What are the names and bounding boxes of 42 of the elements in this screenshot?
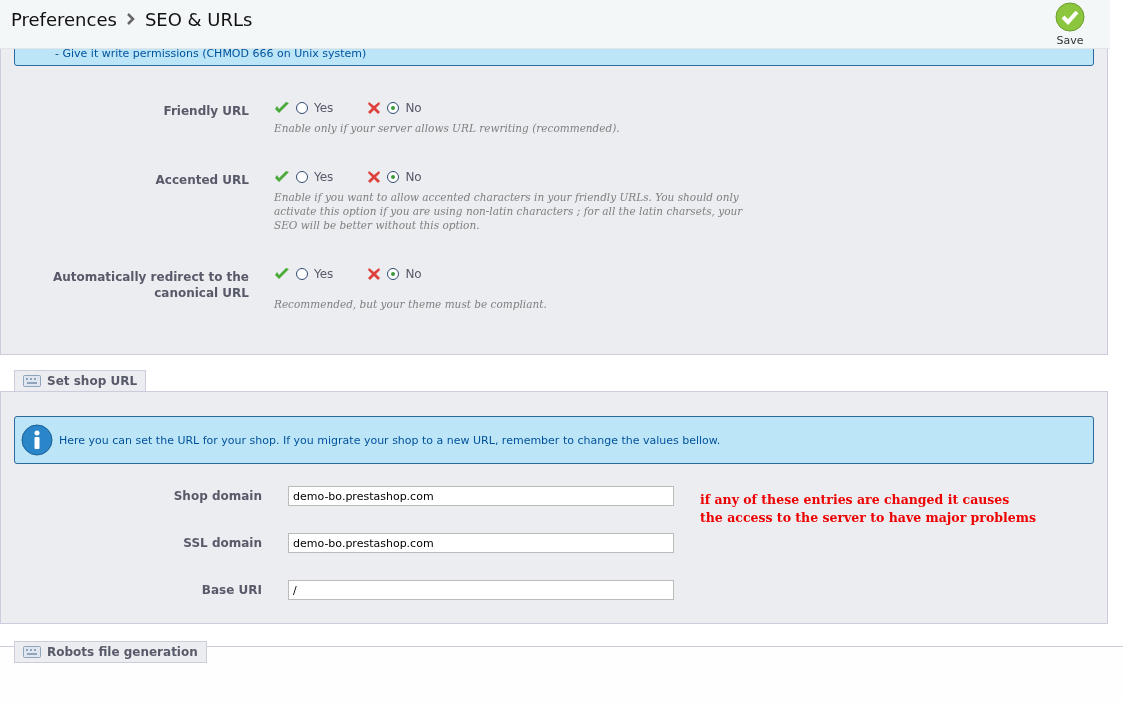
info-text: Here you can set the URL for your shop. If you migrate your shop to a new URL, remember to change the values bellow. bbox=[59, 433, 721, 447]
radio-label: Yes bbox=[314, 170, 334, 184]
info-text: - Give it write permissions (CHMOD 666 on Unix system) bbox=[55, 47, 367, 60]
check-icon bbox=[274, 101, 290, 115]
legend-title: Set shop URL bbox=[47, 374, 138, 388]
radio-button[interactable] bbox=[296, 171, 308, 183]
radio-button[interactable] bbox=[296, 102, 308, 114]
check-icon bbox=[274, 170, 290, 184]
radio-button[interactable] bbox=[296, 268, 308, 280]
legend-title: Robots file generation bbox=[47, 645, 198, 659]
radio-label: No bbox=[405, 101, 422, 115]
radio-button[interactable] bbox=[387, 171, 400, 183]
input-field[interactable]: / bbox=[288, 580, 674, 600]
option-label: Friendly URL bbox=[162, 103, 249, 120]
breadcrumb-item: SEO & URLs bbox=[144, 8, 253, 30]
radio-label: Yes bbox=[314, 267, 334, 281]
cross-icon bbox=[367, 101, 382, 115]
breadcrumb-item[interactable]: Preferences bbox=[11, 8, 117, 30]
option-label: Accented URL bbox=[154, 172, 249, 189]
cross-icon bbox=[367, 170, 382, 184]
save-button[interactable]: Save bbox=[1055, 1, 1110, 47]
radio-button[interactable] bbox=[387, 102, 400, 114]
option-hint: Enable if you want to allow accented characters in your friendly URLs. You should only activate this option if you are using non-latin characters ; for all the latin charsets, your SEO will be better without this option. bbox=[274, 190, 744, 232]
field-label: Base URI bbox=[200, 583, 262, 597]
check-icon bbox=[274, 267, 290, 281]
field-label: SSL domain bbox=[182, 536, 262, 550]
cross-icon bbox=[367, 267, 382, 281]
field-label: Shop domain bbox=[172, 489, 262, 503]
option-hint: Enable only if your server allows URL rewriting (recommended). bbox=[274, 121, 621, 135]
radio-label: No bbox=[405, 170, 422, 184]
keyboard-icon bbox=[23, 375, 41, 387]
keyboard-icon bbox=[23, 646, 41, 658]
radio-button[interactable] bbox=[387, 268, 400, 280]
radio-label: No bbox=[405, 267, 422, 281]
input-field[interactable]: demo-bo.prestashop.com bbox=[288, 533, 674, 553]
info-icon bbox=[21, 424, 53, 456]
warning-note: if any of these entries are changed it causes the access to the server to have major problems bbox=[700, 491, 1037, 527]
option-hint: Recommended, but your theme must be compliant. bbox=[274, 297, 548, 311]
chevron-icon bbox=[126, 13, 135, 25]
input-field[interactable]: demo-bo.prestashop.com bbox=[288, 486, 674, 506]
radio-label: Yes bbox=[314, 101, 334, 115]
option-label: Automatically redirect to the canonical URL bbox=[51, 269, 249, 302]
